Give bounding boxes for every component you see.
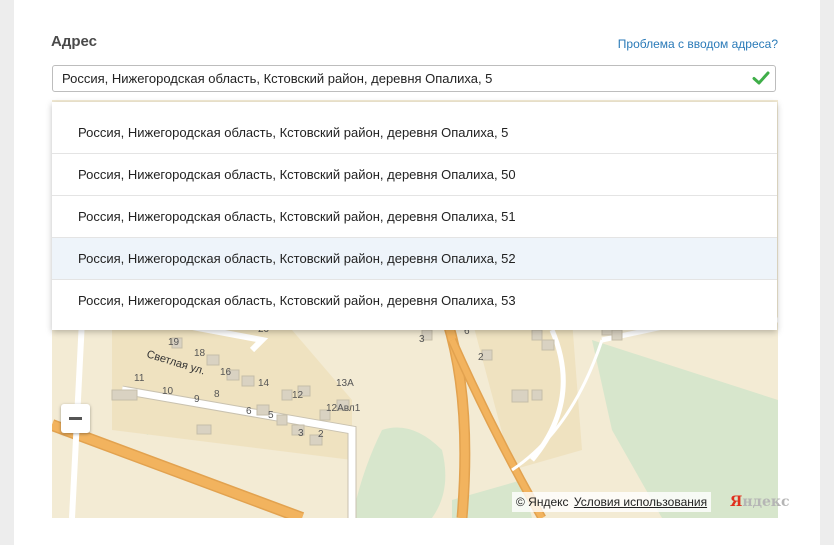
yandex-logo-first: Я xyxy=(730,494,743,510)
attribution-copyright: © Яндекс xyxy=(516,495,569,509)
check-icon xyxy=(752,71,770,85)
map-house-label: 11 xyxy=(134,373,145,384)
address-input[interactable]: Россия, Нижегородская область, Кстовский… xyxy=(52,65,776,92)
terms-of-use-link[interactable]: Условия использования xyxy=(574,495,707,509)
suggestion-item-active[interactable]: Россия, Нижегородская область, Кстовский… xyxy=(52,238,777,280)
address-help-link[interactable]: Проблема с вводом адреса? xyxy=(618,37,778,51)
map-house-label: 2 xyxy=(478,352,484,363)
map-house-label: 10 xyxy=(162,386,174,397)
map-house-label: 18 xyxy=(194,348,206,359)
suggestion-item[interactable]: Россия, Нижегородская область, Кстовский… xyxy=(52,112,777,154)
map-house-label: 12Авл1 xyxy=(326,403,361,414)
map-attribution: © Яндекс Условия использования xyxy=(512,492,712,512)
map-house-label: 13А xyxy=(336,378,354,389)
map-house-label: 16 xyxy=(220,367,232,378)
suggestion-item[interactable]: Россия, Нижегородская область, Кстовский… xyxy=(52,154,777,196)
minus-icon xyxy=(69,417,82,420)
yandex-logo-rest: ндекс xyxy=(742,494,790,510)
map-house-label: 3 xyxy=(419,334,425,345)
map-house-label: 14 xyxy=(258,378,270,389)
map-house-label: 3 xyxy=(298,428,304,439)
suggestion-item[interactable]: Россия, Нижегородская область, Кстовский… xyxy=(52,196,777,238)
address-suggestions: Россия, Нижегородская область, Кстовский… xyxy=(52,102,777,330)
map-house-label: 8 xyxy=(214,389,220,400)
map-house-label: 12 xyxy=(292,390,304,401)
map-house-label: 2 xyxy=(318,429,324,440)
map-house-label: 6 xyxy=(246,406,252,417)
map-house-label: 9 xyxy=(194,394,200,405)
zoom-out-button[interactable] xyxy=(61,404,90,433)
suggestion-item[interactable]: Россия, Нижегородская область, Кстовский… xyxy=(52,280,777,321)
map-house-label: 5 xyxy=(268,410,274,421)
map-house-label: 19 xyxy=(168,337,180,348)
yandex-logo[interactable]: Яндекс xyxy=(730,492,789,512)
address-label: Адрес xyxy=(51,33,98,50)
